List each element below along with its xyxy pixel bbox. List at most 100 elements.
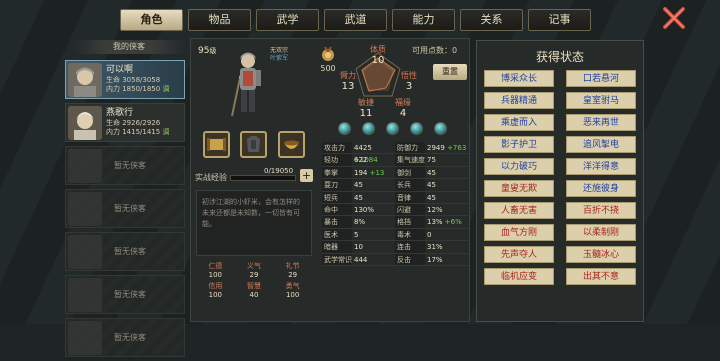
stat-cell: 长兵 45 bbox=[395, 179, 468, 191]
medal-value: 500 bbox=[320, 64, 336, 73]
hero-avatar bbox=[68, 62, 102, 97]
tab-martial-arts[interactable]: 武学 bbox=[256, 9, 319, 31]
stat-cell: 连击 31% bbox=[395, 241, 468, 253]
stat-key: 防御力 bbox=[395, 142, 425, 154]
roster-title: 我的侠客 bbox=[73, 40, 185, 54]
hero-card[interactable]: 可以啊 生命 3058/3058 内力 1850/1850 调 bbox=[65, 60, 185, 99]
empty-label: 暂无侠客 bbox=[114, 290, 146, 299]
hero-mp: 内力 1850/1850 bbox=[106, 84, 161, 93]
stats-table: 攻击力 4425 +1084 防御力 2949 +763 轻功 622 集气速度 75 拳掌 19… bbox=[322, 142, 468, 266]
tab-martial-way[interactable]: 武道 bbox=[324, 9, 387, 31]
add-exp-button[interactable]: + bbox=[300, 169, 313, 182]
stat-key: 暴击 bbox=[322, 216, 352, 228]
status-item[interactable]: 洋洋得意 bbox=[566, 158, 636, 175]
gem-slot-icon[interactable] bbox=[362, 122, 375, 135]
stat-row: 拳掌 194 +13 御剑 45 bbox=[322, 166, 468, 180]
empty-label: 暂无侠客 bbox=[114, 161, 146, 170]
stat-row: 耍刀 45 长兵 45 bbox=[322, 179, 468, 192]
character-level: 95级 bbox=[198, 46, 217, 56]
character-portrait bbox=[226, 48, 270, 120]
status-item[interactable]: 皇室驸马 bbox=[566, 92, 636, 109]
empty-slot[interactable]: 暂无侠客 bbox=[65, 232, 185, 271]
status-item[interactable]: 出其不意 bbox=[566, 268, 636, 285]
hero-mp: 内力 1415/1415 bbox=[106, 127, 161, 136]
tab-records[interactable]: 记事 bbox=[528, 9, 591, 31]
stat-row: 命中 130% 闪避 12% bbox=[322, 203, 468, 217]
exp-label: 实战经验 bbox=[195, 173, 227, 182]
stat-value: 45 bbox=[427, 181, 436, 190]
empty-slot[interactable]: 暂无侠客 bbox=[65, 146, 185, 185]
gem-slot-icon[interactable] bbox=[386, 122, 399, 135]
stat-cell: 集气速度 75 bbox=[395, 154, 468, 166]
status-item[interactable]: 百折不挠 bbox=[566, 202, 636, 219]
stat-value: 8% bbox=[354, 218, 366, 227]
gem-slot-icon[interactable] bbox=[434, 122, 447, 135]
stat-value: 5 bbox=[354, 230, 359, 239]
stat-cell: 暗器 10 bbox=[322, 241, 395, 253]
bowl-icon bbox=[284, 140, 299, 149]
gem-slot-icon[interactable] bbox=[410, 122, 423, 135]
stat-key: 毒术 bbox=[395, 228, 425, 241]
stat-cell: 音律 45 bbox=[395, 191, 468, 203]
status-item[interactable]: 以力破巧 bbox=[484, 158, 554, 175]
status-item[interactable]: 以柔制刚 bbox=[566, 224, 636, 241]
stat-cell: 防御力 2949 +763 bbox=[395, 142, 468, 154]
status-item[interactable]: 童叟无欺 bbox=[484, 180, 554, 197]
weapon-slot[interactable] bbox=[203, 131, 230, 158]
stat-row: 攻击力 4425 +1084 防御力 2949 +763 bbox=[322, 142, 468, 164]
empty-slot[interactable]: 暂无侠客 bbox=[65, 275, 185, 314]
stat-row: 轻功 622 集气速度 75 bbox=[322, 154, 468, 167]
hero-card[interactable]: 燕歌行 生命 2926/2926 内力 1415/1415 调 bbox=[65, 103, 185, 142]
tab-role[interactable]: 角色 bbox=[120, 9, 183, 31]
exp-value: 0/19050 bbox=[264, 167, 294, 175]
status-item[interactable]: 临机应变 bbox=[484, 268, 554, 285]
tab-items[interactable]: 物品 bbox=[188, 9, 251, 31]
stat-value: 45 bbox=[354, 181, 363, 190]
accessory-slot[interactable] bbox=[278, 131, 305, 158]
stat-value: 10 bbox=[354, 243, 363, 252]
status-item[interactable]: 追风掣电 bbox=[566, 136, 636, 153]
stat-row: 医术 5 毒术 0 bbox=[322, 228, 468, 242]
hero-name: 可以啊 bbox=[106, 64, 134, 75]
status-item[interactable]: 兵器精通 bbox=[484, 92, 554, 109]
stat-value: 45 bbox=[427, 193, 436, 202]
stat-row: 暴击 8% 格挡 13% +6% bbox=[322, 216, 468, 229]
armor-slot[interactable] bbox=[240, 131, 267, 158]
hero-tag[interactable]: 调 bbox=[162, 85, 169, 93]
stat-key: 反击 bbox=[395, 253, 425, 265]
tab-relations[interactable]: 关系 bbox=[460, 9, 523, 31]
attr-constitution: 体质 10 bbox=[370, 45, 386, 66]
virtue-item: 勇气 100 bbox=[285, 282, 300, 299]
empty-label: 暂无侠客 bbox=[114, 204, 146, 213]
stat-row: 暗器 10 连击 31% bbox=[322, 241, 468, 254]
stat-cell: 短兵 45 bbox=[322, 191, 395, 203]
tab-ability[interactable]: 能力 bbox=[392, 9, 455, 31]
attr-agility: 敏捷 11 bbox=[358, 98, 374, 119]
gem-slot-icon[interactable] bbox=[338, 122, 351, 135]
status-item[interactable]: 博采众长 bbox=[484, 70, 554, 87]
status-item[interactable]: 玉髓冰心 bbox=[566, 246, 636, 263]
status-item[interactable]: 口若悬河 bbox=[566, 70, 636, 87]
empty-label: 暂无侠客 bbox=[114, 333, 146, 342]
reset-button[interactable]: 重置 bbox=[433, 64, 467, 80]
status-item[interactable]: 人畜无害 bbox=[484, 202, 554, 219]
status-item[interactable]: 影子护卫 bbox=[484, 136, 554, 153]
stat-key: 命中 bbox=[322, 203, 352, 216]
status-item[interactable]: 乘虚而入 bbox=[484, 114, 554, 131]
stat-cell: 命中 130% bbox=[322, 203, 395, 216]
status-grid: 博采众长 口若悬河 兵器精通 皇室驸马 乘虚而入 恶来再世 影子护卫 追风掣电 以力破巧 洋洋得意… bbox=[484, 70, 636, 285]
status-item[interactable]: 血气方刚 bbox=[484, 224, 554, 241]
empty-slot[interactable]: 暂无侠客 bbox=[65, 189, 185, 228]
stat-cell: 医术 5 bbox=[322, 228, 395, 241]
empty-label: 暂无侠客 bbox=[114, 247, 146, 256]
character-bio: 初涉江湖的小虾米，会有怎样的未来还都是未知数，一切皆有可能。 bbox=[196, 190, 312, 256]
scroll-icon bbox=[207, 138, 226, 151]
hero-tag[interactable]: 调 bbox=[162, 128, 169, 136]
close-icon[interactable] bbox=[660, 4, 688, 32]
stat-cell: 武学常识 444 bbox=[322, 253, 395, 265]
stat-value: 17% bbox=[427, 255, 443, 264]
status-item[interactable]: 恶来再世 bbox=[566, 114, 636, 131]
stat-value: 130% bbox=[354, 205, 375, 214]
status-item[interactable]: 还施彼身 bbox=[566, 180, 636, 197]
status-item[interactable]: 先声夺人 bbox=[484, 246, 554, 263]
